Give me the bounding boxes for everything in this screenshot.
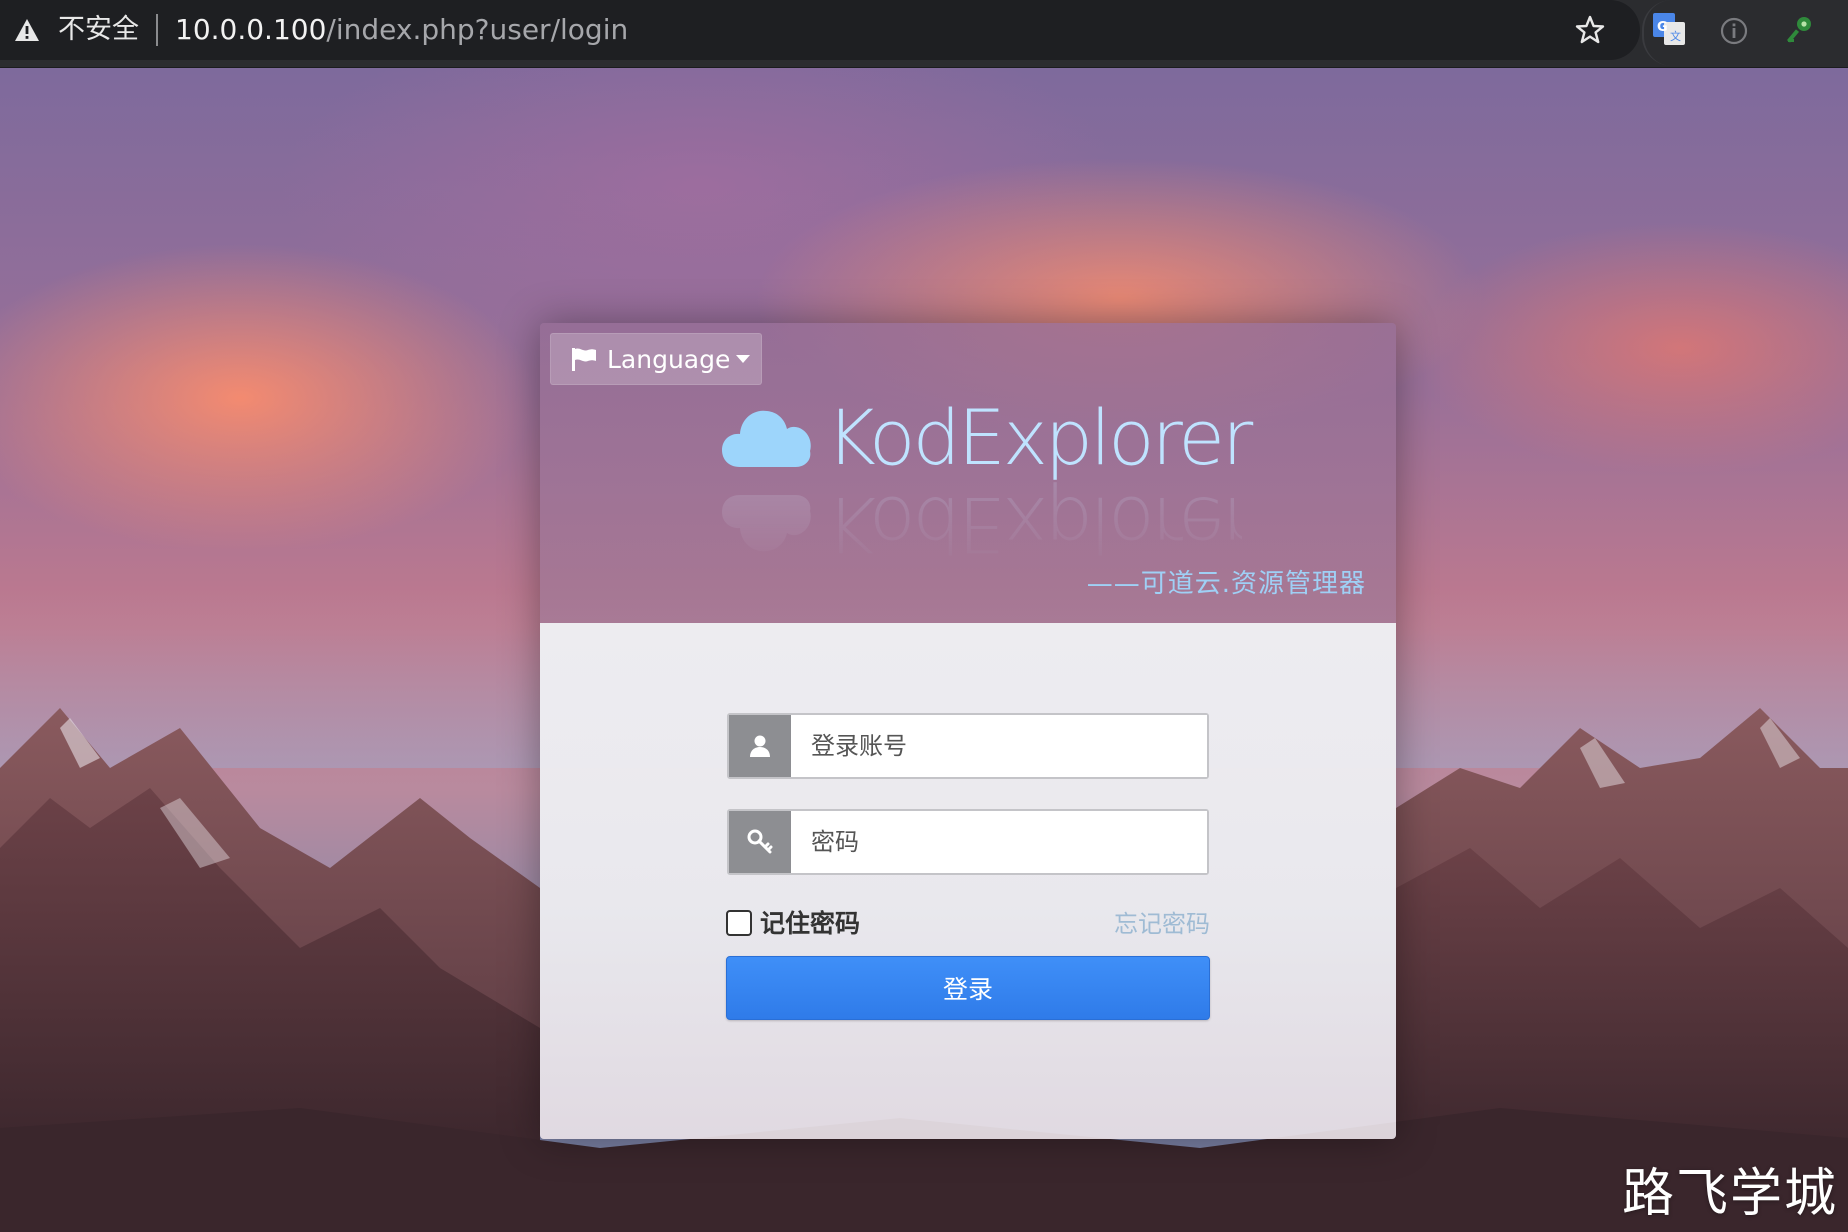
- login-header: Language KodExplorer KodExplorer ——可道云.资…: [540, 323, 1396, 623]
- warning-icon[interactable]: [14, 18, 40, 42]
- login-card: Language KodExplorer KodExplorer ——可道云.资…: [540, 323, 1396, 1139]
- security-label[interactable]: 不安全: [58, 12, 139, 48]
- remember-checkbox[interactable]: [726, 910, 752, 936]
- svg-text:文: 文: [1670, 29, 1681, 43]
- password-group: [727, 809, 1209, 875]
- language-button[interactable]: Language: [550, 333, 762, 385]
- logo-reflection: KodExplorer: [722, 479, 1250, 569]
- login-body: [540, 623, 1396, 1139]
- app-name: KodExplorer: [826, 393, 1253, 482]
- svg-text:G: G: [1657, 20, 1668, 35]
- address-bar[interactable]: 不安全 10.0.0.100/index.php?user/login: [0, 0, 1640, 60]
- url-path: /index.php?user/login: [326, 13, 629, 46]
- browser-toolbar: 不安全 10.0.0.100/index.php?user/login G 文: [0, 0, 1848, 68]
- cloud-logo-icon: [722, 410, 811, 467]
- app-name-reflection: KodExplorer: [826, 480, 1251, 569]
- remember-label[interactable]: 记住密码: [760, 907, 860, 941]
- user-icon: [750, 735, 770, 757]
- watermark: 路飞学城: [1621, 1164, 1838, 1224]
- key-icon: [747, 829, 773, 854]
- address-divider: [156, 14, 158, 46]
- translate-extension-icon[interactable]: G 文: [1652, 12, 1686, 46]
- flag-icon: [572, 348, 596, 371]
- url-host: 10.0.0.100: [175, 13, 327, 46]
- tagline: ——可道云.资源管理器: [1086, 569, 1366, 599]
- password-addon: [729, 811, 791, 873]
- remember-row: 记住密码 忘记密码: [726, 907, 1210, 941]
- bookmark-star-icon[interactable]: [1574, 14, 1606, 46]
- username-addon: [729, 715, 791, 777]
- password-input[interactable]: [791, 811, 1207, 873]
- info-extension-icon[interactable]: [1719, 16, 1749, 46]
- login-button[interactable]: 登录: [726, 956, 1210, 1020]
- caret-down-icon: [736, 355, 751, 363]
- language-label: Language: [607, 344, 731, 374]
- username-input[interactable]: [791, 715, 1207, 777]
- url-text[interactable]: 10.0.0.100/index.php?user/login: [175, 12, 628, 48]
- cloud-reflection-icon: [722, 495, 811, 552]
- username-group: [727, 713, 1209, 779]
- key-extension-icon[interactable]: [1785, 14, 1815, 46]
- forgot-password-link[interactable]: 忘记密码: [1114, 907, 1210, 941]
